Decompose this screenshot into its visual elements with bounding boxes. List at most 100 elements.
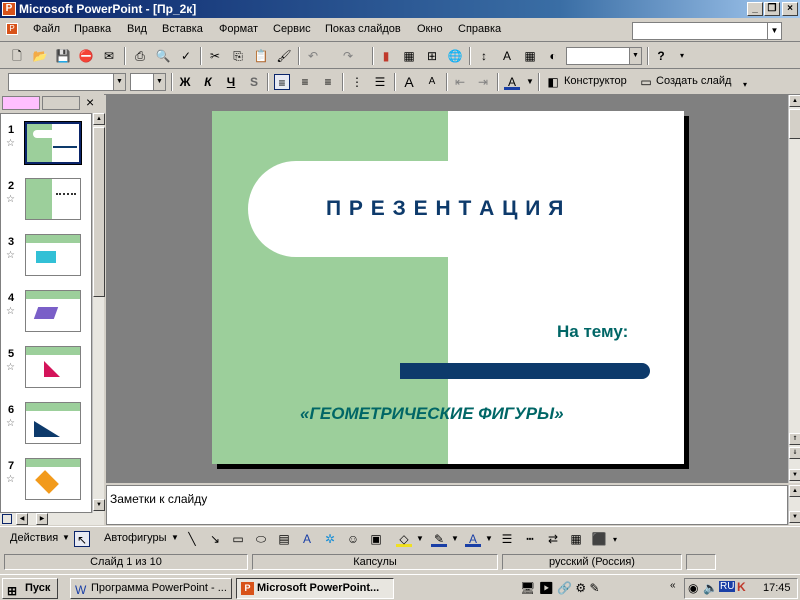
oval-icon[interactable]: ⬭: [253, 531, 269, 547]
email-icon[interactable]: ✉: [101, 48, 117, 64]
previous-slide-icon[interactable]: ⇑: [789, 433, 800, 445]
slide-thumbnail-5[interactable]: [25, 346, 81, 388]
editor-scrollbar[interactable]: ▲ ⇑ ⇓ ▼: [788, 95, 800, 483]
taskbar-task-1[interactable]: W Программа PowerPoint - ...: [70, 578, 232, 599]
align-left-icon[interactable]: ≡: [274, 74, 290, 90]
increase-font-icon[interactable]: A: [401, 74, 417, 90]
tab-outline[interactable]: [42, 96, 80, 110]
spelling-icon[interactable]: ✓: [178, 48, 194, 64]
undo-icon[interactable]: ↶: [305, 48, 321, 64]
speaker-icon[interactable]: 🔈: [703, 581, 718, 595]
language-indicator[interactable]: RU: [719, 581, 736, 592]
document-icon[interactable]: P: [6, 23, 18, 35]
next-slide-icon[interactable]: ⇓: [789, 447, 800, 459]
menu-edit[interactable]: Правка: [74, 23, 111, 35]
table-icon[interactable]: ▦: [401, 48, 417, 64]
rectangle-icon[interactable]: ▭: [230, 531, 246, 547]
menu-insert[interactable]: Вставка: [162, 23, 203, 35]
chevron-down-icon[interactable]: ▼: [629, 48, 641, 64]
wordart-icon[interactable]: A: [299, 531, 315, 547]
hyperlink-icon[interactable]: 🌐: [447, 48, 463, 64]
color-grayscale-icon[interactable]: ◐: [545, 48, 561, 64]
chart-icon[interactable]: ▮: [378, 48, 394, 64]
textbox-icon[interactable]: ▤: [276, 531, 292, 547]
paste-icon[interactable]: 📋: [253, 48, 269, 64]
tab-slides[interactable]: [2, 96, 40, 110]
decrease-font-icon[interactable]: A: [424, 74, 440, 90]
picture-icon[interactable]: ▣: [368, 531, 384, 547]
slide-thumbnail-2[interactable]: [25, 178, 81, 220]
redo-icon[interactable]: ↷: [340, 48, 356, 64]
scroll-up-icon[interactable]: ▲: [789, 485, 800, 497]
permission-icon[interactable]: ⛔: [78, 48, 94, 64]
help-icon[interactable]: ?: [653, 48, 669, 64]
fill-color-icon[interactable]: ◇: [396, 531, 412, 547]
align-center-icon[interactable]: ≡: [297, 74, 313, 90]
close-icon[interactable]: ×: [86, 95, 94, 109]
font-size-select[interactable]: ▼: [130, 73, 166, 91]
pane-scroll-thumb[interactable]: [93, 127, 105, 297]
slide-topic[interactable]: «ГЕОМЕТРИЧЕСКИЕ ФИГУРЫ»: [300, 404, 564, 424]
menu-view[interactable]: Вид: [127, 23, 147, 35]
normal-view-icon[interactable]: [2, 514, 12, 524]
chevron-down-icon[interactable]: ▼: [62, 533, 70, 542]
grid-icon[interactable]: ▦: [522, 48, 538, 64]
network-icon[interactable]: ◉: [688, 581, 698, 595]
3d-style-icon[interactable]: ⬛: [591, 531, 607, 547]
clipart-icon[interactable]: ☺: [345, 531, 361, 547]
expand-icon[interactable]: ↕: [476, 48, 492, 64]
help-question-input[interactable]: ▼: [632, 22, 782, 40]
menu-help[interactable]: Справка: [458, 23, 501, 35]
chevron-down-icon[interactable]: ▼: [522, 74, 538, 90]
menu-window[interactable]: Окно: [417, 23, 443, 35]
chevron-down-icon[interactable]: ▼: [153, 74, 165, 90]
format-painter-icon[interactable]: 🖌: [276, 48, 292, 64]
print-icon[interactable]: ⎙: [132, 48, 148, 64]
pane-scrollbar[interactable]: ▲ ▼: [92, 113, 105, 513]
autoshapes-menu[interactable]: Автофигуры: [104, 532, 167, 544]
arrow-icon[interactable]: ↘: [207, 531, 223, 547]
arrow-style-icon[interactable]: ⇄: [545, 531, 561, 547]
font-color-icon[interactable]: A: [504, 74, 520, 90]
chevron-down-icon[interactable]: ▼: [485, 534, 493, 543]
taskbar-task-2[interactable]: P Microsoft PowerPoint...: [236, 578, 394, 599]
print-preview-icon[interactable]: 🔍: [155, 48, 171, 64]
shadow-style-icon[interactable]: ▦: [568, 531, 584, 547]
chevron-down-icon[interactable]: ▼: [171, 533, 179, 542]
scroll-up-icon[interactable]: ▲: [789, 95, 800, 107]
align-right-icon[interactable]: ≡: [320, 74, 336, 90]
dash-style-icon[interactable]: ┅: [522, 531, 538, 547]
scroll-down-icon[interactable]: ▼: [789, 469, 800, 481]
line-color-icon[interactable]: ✎: [431, 531, 447, 547]
chevron-down-icon[interactable]: ▼: [451, 534, 459, 543]
zoom-select[interactable]: ▼: [566, 47, 642, 65]
actions-menu[interactable]: Действия: [10, 532, 58, 544]
scroll-right-icon[interactable]: ▶: [36, 513, 48, 525]
diagram-icon[interactable]: ✲: [322, 531, 338, 547]
designer-icon[interactable]: ◧: [545, 74, 561, 90]
chevron-left-icon[interactable]: «: [670, 580, 676, 591]
scroll-left-icon[interactable]: ◀: [16, 513, 28, 525]
save-icon[interactable]: 💾: [55, 48, 71, 64]
line-style-icon[interactable]: ☰: [499, 531, 515, 547]
open-folder-icon[interactable]: 📂: [32, 48, 48, 64]
toolbar-options-icon[interactable]: ▾: [613, 535, 617, 544]
italic-button[interactable]: К: [200, 74, 216, 90]
menu-slideshow[interactable]: Показ слайдов: [325, 23, 401, 35]
slide-thumbnail-3[interactable]: [25, 234, 81, 276]
menu-tools[interactable]: Сервис: [273, 23, 311, 35]
quicklaunch-icons[interactable]: 🖥 ▶ 🔗 ⚙ ✎: [520, 581, 600, 595]
new-slide-button[interactable]: Создать слайд: [656, 75, 731, 87]
bullets-icon[interactable]: ☰: [372, 74, 388, 90]
slide-thumbnail-7[interactable]: [25, 458, 81, 500]
new-document-icon[interactable]: 🗋: [9, 48, 25, 64]
minimize-button[interactable]: _: [747, 2, 763, 16]
shadow-button[interactable]: S: [246, 74, 262, 90]
line-icon[interactable]: ╲: [184, 531, 200, 547]
slide-thumbnail-4[interactable]: [25, 290, 81, 332]
scroll-up-icon[interactable]: ▲: [93, 113, 105, 125]
text-color-icon[interactable]: A: [465, 531, 481, 547]
slide-thumbnail-6[interactable]: [25, 402, 81, 444]
chevron-down-icon[interactable]: ▼: [767, 23, 781, 39]
editor-scroll-thumb[interactable]: [789, 109, 800, 139]
